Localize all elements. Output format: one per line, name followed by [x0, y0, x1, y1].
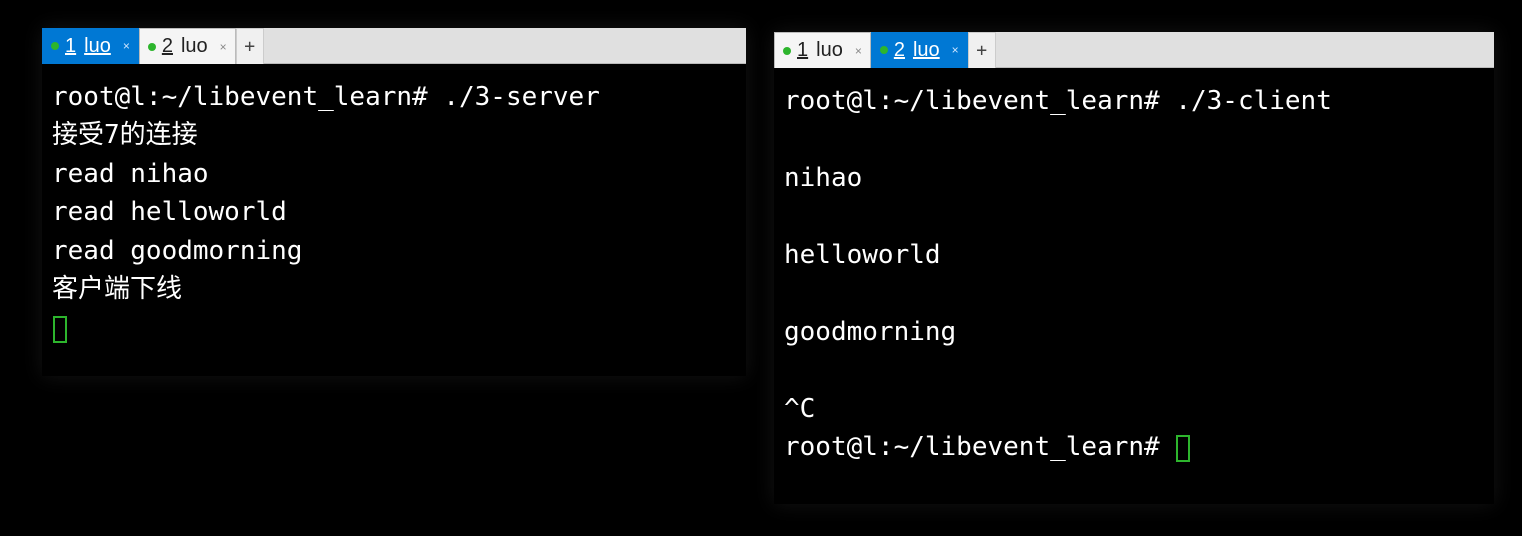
new-tab-button[interactable]: + [968, 32, 996, 68]
terminal-output-left[interactable]: root@l:~/libevent_learn# ./3-server 接受7的… [42, 64, 746, 357]
terminal-prompt: root@l:~/libevent_learn# [784, 432, 1175, 462]
terminal-line: ^C [784, 394, 815, 424]
tab-number: 2 [162, 35, 173, 58]
tab-bar-empty [264, 28, 746, 64]
tab-bar-empty [996, 32, 1494, 68]
new-tab-button[interactable]: + [236, 28, 264, 64]
tab-number: 2 [894, 39, 905, 62]
tab-label: luo [181, 35, 208, 58]
terminal-line: read goodmorning [52, 236, 302, 266]
tab-label: luo [913, 39, 940, 62]
terminal-line: nihao [784, 163, 862, 193]
tab-label: luo [84, 35, 111, 58]
terminal-line: helloworld [784, 240, 941, 270]
tab-label: luo [816, 39, 843, 62]
tab-1-luo[interactable]: 1 luo × [42, 28, 139, 64]
terminal-line: goodmorning [784, 317, 956, 347]
terminal-line: 接受7的连接 [52, 120, 198, 150]
tab-number: 1 [797, 39, 808, 62]
terminal-window-right: 1 luo × 2 luo × + root@l:~/libevent_lear… [774, 32, 1494, 504]
terminal-window-left: 1 luo × 2 luo × + root@l:~/libevent_lear… [42, 28, 746, 376]
terminal-line: read nihao [52, 159, 209, 189]
close-icon[interactable]: × [855, 44, 862, 58]
terminal-output-right[interactable]: root@l:~/libevent_learn# ./3-client niha… [774, 68, 1494, 477]
close-icon[interactable]: × [952, 43, 959, 57]
status-dot-icon [51, 42, 59, 50]
tab-number: 1 [65, 35, 76, 58]
tab-2-luo[interactable]: 2 luo × [871, 32, 968, 68]
terminal-line: read helloworld [52, 197, 287, 227]
tab-1-luo[interactable]: 1 luo × [774, 32, 871, 68]
terminal-line: 客户端下线 [52, 274, 182, 304]
tab-2-luo[interactable]: 2 luo × [139, 28, 236, 64]
tab-bar-right: 1 luo × 2 luo × + [774, 32, 1494, 68]
status-dot-icon [148, 43, 156, 51]
status-dot-icon [880, 46, 888, 54]
tab-bar-left: 1 luo × 2 luo × + [42, 28, 746, 64]
cursor-icon [1176, 435, 1190, 462]
cursor-icon [53, 316, 67, 343]
close-icon[interactable]: × [123, 39, 130, 53]
terminal-line: root@l:~/libevent_learn# ./3-server [52, 82, 600, 112]
terminal-line: root@l:~/libevent_learn# ./3-client [784, 86, 1332, 116]
close-icon[interactable]: × [220, 40, 227, 54]
status-dot-icon [783, 47, 791, 55]
